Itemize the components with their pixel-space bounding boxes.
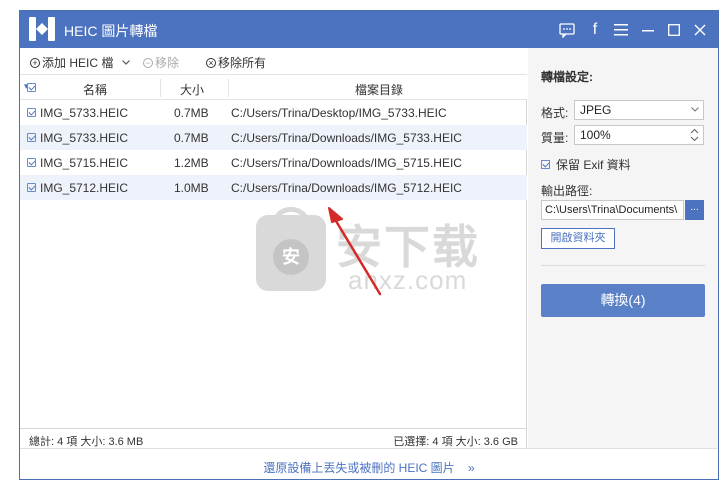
app-window: HEIC 圖片轉檔 f + 添加 HEIC 檔 − 移除 × 移除所有 ▾ 名稱… [19,10,719,480]
annotation-arrow-icon [328,207,382,296]
